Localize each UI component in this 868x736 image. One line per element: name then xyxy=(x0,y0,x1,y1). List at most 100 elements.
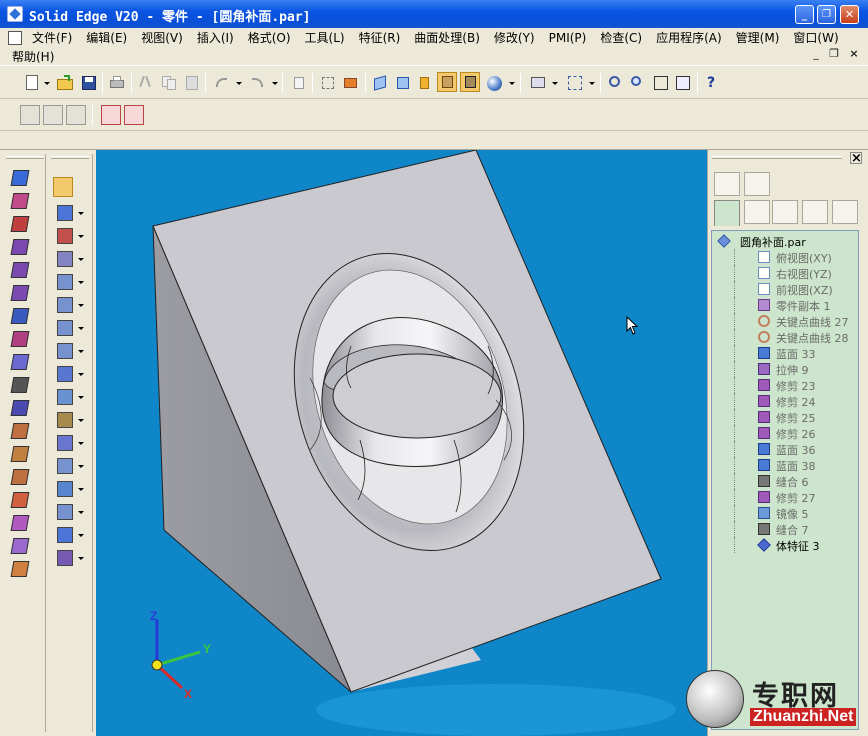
dropdown-arrow-icon[interactable] xyxy=(78,212,84,215)
title-bar[interactable]: Solid Edge V20 - 零件 - [圆角补面.par] _ ❐ ✕ xyxy=(0,0,868,28)
sketch-plane-icon[interactable] xyxy=(10,170,30,186)
grid-options-icon[interactable] xyxy=(124,105,144,125)
dropdown-arrow-icon[interactable] xyxy=(78,488,84,491)
minimize-button[interactable]: _ xyxy=(795,5,814,24)
sweep-feature-icon[interactable] xyxy=(10,285,30,301)
redo-icon[interactable] xyxy=(248,73,268,93)
menu-modify[interactable]: 修改(Y) xyxy=(487,29,542,46)
restore-button[interactable]: ❐ xyxy=(817,5,836,24)
view-orientation-dropdown-icon[interactable] xyxy=(552,82,558,85)
toolbar-grip[interactable] xyxy=(51,156,89,159)
zoom-icon[interactable] xyxy=(628,73,648,93)
dropdown-arrow-icon[interactable] xyxy=(78,557,84,560)
sketch-tool-icon[interactable] xyxy=(20,105,40,125)
dropdown-arrow-icon[interactable] xyxy=(78,281,84,284)
pathfinder-tab-icon[interactable] xyxy=(714,200,740,226)
fit-icon[interactable] xyxy=(651,73,671,93)
round-feature-icon[interactable] xyxy=(10,354,30,370)
color-tab-icon[interactable] xyxy=(832,200,858,224)
copy-surface-icon[interactable] xyxy=(57,297,73,313)
wireframe-icon[interactable] xyxy=(415,73,435,93)
redo-dropdown-icon[interactable] xyxy=(272,82,278,85)
copy-icon[interactable] xyxy=(159,73,179,93)
derived-curve-icon[interactable] xyxy=(57,504,73,520)
bluedot-icon[interactable] xyxy=(10,469,30,485)
plane-icon[interactable] xyxy=(57,527,73,543)
normal-icon[interactable] xyxy=(57,228,73,244)
print-icon[interactable] xyxy=(107,73,127,93)
zoom-area-icon[interactable] xyxy=(606,73,626,93)
features-tab-icon[interactable] xyxy=(802,200,828,224)
rib-feature-icon[interactable] xyxy=(10,331,30,347)
menu-pmi[interactable]: PMI(P) xyxy=(542,31,594,45)
select-cursor-icon[interactable] xyxy=(53,177,73,197)
dropdown-arrow-icon[interactable] xyxy=(78,396,84,399)
trim-surface-icon[interactable] xyxy=(57,320,73,336)
menu-file[interactable]: 文件(F) xyxy=(25,29,79,46)
3d-viewport[interactable]: Z Y X xyxy=(96,150,707,736)
table-tool-icon[interactable] xyxy=(66,105,86,125)
menu-format[interactable]: 格式(O) xyxy=(241,29,298,46)
dropdown-arrow-icon[interactable] xyxy=(78,465,84,468)
dropdown-arrow-icon[interactable] xyxy=(78,442,84,445)
menu-help[interactable]: 帮助(H) xyxy=(5,48,61,65)
menu-features[interactable]: 特征(R) xyxy=(352,29,408,46)
dropdown-arrow-icon[interactable] xyxy=(78,373,84,376)
dropdown-arrow-icon[interactable] xyxy=(78,258,84,261)
dropdown-arrow-icon[interactable] xyxy=(78,534,84,537)
dropdown-arrow-icon[interactable] xyxy=(78,511,84,514)
curve-tool-icon[interactable] xyxy=(43,105,63,125)
panel-grip[interactable] xyxy=(712,156,842,159)
dropdown-arrow-icon[interactable] xyxy=(78,419,84,422)
shaded-icon[interactable] xyxy=(437,72,457,92)
draft-icon[interactable] xyxy=(10,400,30,416)
menu-edit[interactable]: 编辑(E) xyxy=(79,29,134,46)
bluesurf-feature-icon[interactable] xyxy=(57,366,73,382)
mdi-minimize-button[interactable]: _ xyxy=(808,47,824,61)
offset-surface-icon[interactable] xyxy=(57,274,73,290)
curve-icon[interactable] xyxy=(10,423,30,439)
select-filter-icon[interactable] xyxy=(289,73,309,93)
new-dropdown-icon[interactable] xyxy=(44,82,50,85)
panel-close-button[interactable]: × xyxy=(850,152,862,165)
view-style-dropdown-icon[interactable] xyxy=(509,82,515,85)
select-tool-icon[interactable] xyxy=(318,73,338,93)
layers-tab-icon[interactable] xyxy=(744,200,770,224)
thin-wall-icon[interactable] xyxy=(10,377,30,393)
undo-icon[interactable] xyxy=(212,73,232,93)
pattern-icon[interactable] xyxy=(10,561,30,577)
menu-window[interactable]: 窗口(W) xyxy=(786,29,845,46)
close-button[interactable]: ✕ xyxy=(840,5,859,24)
toolbar-grip[interactable] xyxy=(6,156,44,159)
mdi-restore-button[interactable]: ❐ xyxy=(826,47,842,61)
menu-tools[interactable]: 工具(L) xyxy=(298,29,352,46)
save-icon[interactable] xyxy=(79,73,99,93)
shaded-edges-icon[interactable] xyxy=(460,72,480,92)
extend-surface-icon[interactable] xyxy=(57,343,73,359)
intersect-icon[interactable] xyxy=(10,216,30,232)
sensors-tab-icon[interactable] xyxy=(772,200,798,224)
split-curve-icon[interactable] xyxy=(57,481,73,497)
paint-icon[interactable] xyxy=(341,73,361,93)
mirror-feature-icon[interactable] xyxy=(10,538,30,554)
revolve-feature-icon[interactable] xyxy=(10,262,30,278)
dropdown-arrow-icon[interactable] xyxy=(78,327,84,330)
menu-view[interactable]: 视图(V) xyxy=(134,29,190,46)
pathfinder-tree[interactable]: 圆角补面.par 俯视图(XY) 右视图(YZ) 前视图(XZ) 零件副本 1 关键点曲… xyxy=(711,230,859,730)
iso-view-icon[interactable] xyxy=(370,73,390,93)
pan-icon[interactable] xyxy=(673,73,693,93)
named-views-icon[interactable] xyxy=(565,73,585,93)
offset-icon[interactable] xyxy=(10,515,30,531)
named-views-dropdown-icon[interactable] xyxy=(589,82,595,85)
paste-icon[interactable] xyxy=(182,73,202,93)
hole-feature-icon[interactable] xyxy=(10,308,30,324)
redefine-icon[interactable] xyxy=(57,251,73,267)
menu-manage[interactable]: 管理(M) xyxy=(729,29,787,46)
keypoint-icon[interactable] xyxy=(10,446,30,462)
grid-tool-icon[interactable] xyxy=(101,105,121,125)
view-orientation-icon[interactable] xyxy=(528,73,548,93)
new-icon[interactable] xyxy=(22,73,42,93)
document-icon[interactable] xyxy=(8,30,22,45)
menu-inspect[interactable]: 检查(C) xyxy=(593,29,649,46)
tool-icon[interactable] xyxy=(57,205,73,221)
